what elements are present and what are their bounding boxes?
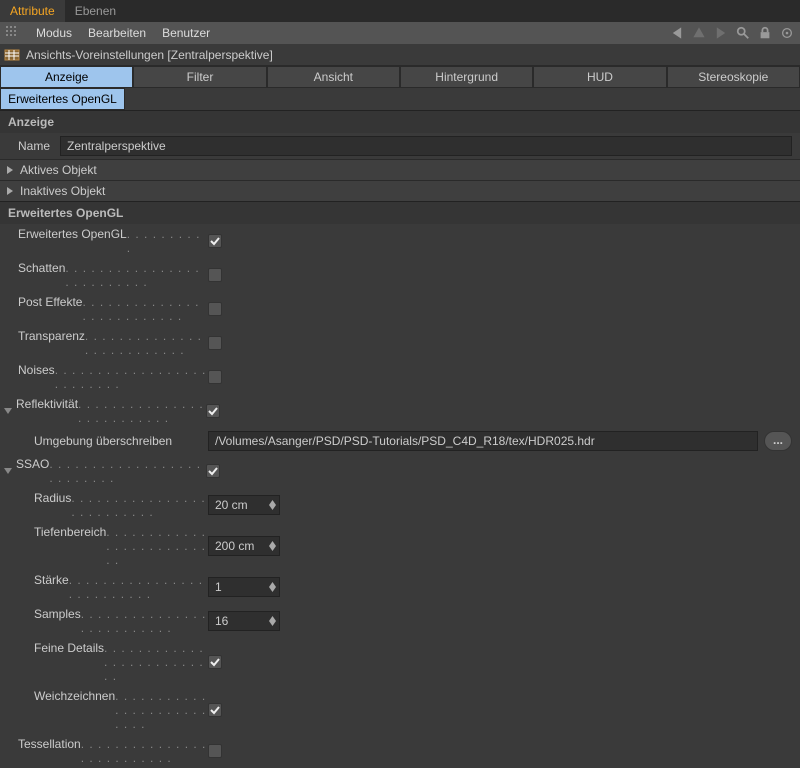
chevron-right-icon [6,166,14,174]
cattab-hintergrund[interactable]: Hintergrund [400,66,533,88]
cattab-hud[interactable]: HUD [533,66,666,88]
radius-label: Radius [34,491,71,505]
noises-checkbox[interactable] [208,370,222,384]
object-title: Ansichts-Voreinstellungen [Zentralperspe… [26,48,273,62]
cattab-anzeige[interactable]: Anzeige [0,66,133,88]
lock-icon[interactable] [758,26,772,40]
search-icon[interactable] [736,26,750,40]
collapse-inaktives-objekt[interactable]: Inaktives Objekt [0,180,800,201]
object-header: Ansichts-Voreinstellungen [Zentralperspe… [0,44,800,66]
target-icon[interactable] [780,26,794,40]
samples-label: Samples [34,607,81,621]
top-tab-bar: Attribute Ebenen [0,0,800,22]
schatten-label: Schatten [18,261,65,275]
post-effekte-label: Post Effekte [18,295,82,309]
arrow-left-icon[interactable] [670,26,684,40]
cattab-ansicht[interactable]: Ansicht [267,66,400,88]
arrow-right-icon[interactable] [714,26,728,40]
post-effekte-checkbox[interactable] [208,302,222,316]
cattab-erweitertes-opengl[interactable]: Erweitertes OpenGL [0,88,125,110]
erweitertes-opengl-label: Erweitertes OpenGL [18,227,127,241]
aktives-objekt-label: Aktives Objekt [20,163,97,177]
transparenz-label: Transparenz [18,329,85,343]
umgebung-label: Umgebung überschreiben [34,434,172,448]
grip-icon [6,26,20,40]
erweitertes-opengl-checkbox[interactable] [208,234,222,248]
noises-label: Noises [18,363,55,377]
menu-bearbeiten[interactable]: Bearbeiten [80,26,154,40]
name-label: Name [18,139,60,153]
viewport-icon [4,47,20,63]
menu-bar: Modus Bearbeiten Benutzer [0,22,800,44]
samples-input[interactable]: 16 [208,611,280,631]
cattab-filter[interactable]: Filter [133,66,266,88]
section-erweitertes-opengl: Erweitertes OpenGL [0,201,800,224]
nav-up-icon[interactable] [692,26,706,40]
chevron-down-icon[interactable] [4,467,12,475]
staerke-input[interactable]: 1 [208,577,280,597]
staerke-label: Stärke [34,573,69,587]
reflektivitaet-checkbox[interactable] [206,404,220,418]
tessellation-checkbox[interactable] [208,744,222,758]
umgebung-input[interactable] [208,431,758,451]
feine-details-label: Feine Details [34,641,104,655]
tab-ebenen[interactable]: Ebenen [65,0,126,22]
tessellation-label: Tessellation [18,737,81,751]
weichzeichnen-checkbox[interactable] [208,703,222,717]
tiefenbereich-label: Tiefenbereich [34,525,106,539]
browse-button[interactable]: ... [764,431,792,451]
inaktives-objekt-label: Inaktives Objekt [20,184,105,198]
cattab-stereoskopie[interactable]: Stereoskopie [667,66,800,88]
ssao-label: SSAO [16,457,49,471]
collapse-aktives-objekt[interactable]: Aktives Objekt [0,159,800,180]
schatten-checkbox[interactable] [208,268,222,282]
tab-attribute[interactable]: Attribute [0,0,65,22]
tiefenbereich-input[interactable]: 200 cm [208,536,280,556]
menu-benutzer[interactable]: Benutzer [154,26,218,40]
category-tabs: Anzeige Filter Ansicht Hintergrund HUD S… [0,66,800,88]
chevron-right-icon [6,187,14,195]
menu-modus[interactable]: Modus [28,26,80,40]
feine-details-checkbox[interactable] [208,655,222,669]
section-anzeige: Anzeige [0,110,800,133]
weichzeichnen-label: Weichzeichnen [34,689,115,703]
transparenz-checkbox[interactable] [208,336,222,350]
radius-input[interactable]: 20 cm [208,495,280,515]
reflektivitaet-label: Reflektivität [16,397,78,411]
chevron-down-icon[interactable] [4,407,12,415]
name-input[interactable] [60,136,792,156]
ssao-checkbox[interactable] [206,464,220,478]
